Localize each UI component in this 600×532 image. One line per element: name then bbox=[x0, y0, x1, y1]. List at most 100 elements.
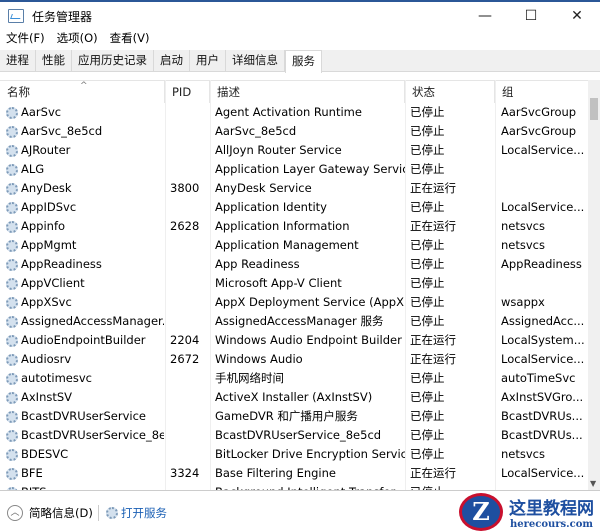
service-name: BcastDVRUserService_8e... bbox=[6, 426, 164, 445]
service-name-label: BcastDVRUserService bbox=[21, 409, 146, 423]
service-status: 已停止 bbox=[410, 295, 445, 309]
service-status: 已停止 bbox=[410, 409, 445, 423]
menu-view[interactable]: 查看(V) bbox=[110, 30, 150, 48]
service-description: Windows Audio Endpoint Builder bbox=[215, 333, 402, 347]
table-row[interactable]: AppMgmt Application Management 已停止 netsvcs bbox=[0, 236, 588, 255]
table-row[interactable]: AJRouter AllJoyn Router Service 已停止 LocalSe… bbox=[0, 141, 588, 160]
scrollbar-thumb[interactable] bbox=[590, 98, 598, 120]
tab-app-history[interactable]: 应用历史记录 bbox=[72, 50, 154, 71]
service-name: AarSvc bbox=[6, 103, 164, 122]
table-row[interactable]: BcastDVRUserService GameDVR 和广播用户服务 已停止 Bca… bbox=[0, 407, 588, 426]
service-name-label: autotimesvc bbox=[21, 371, 92, 385]
service-description: 手机网络时间 bbox=[215, 371, 284, 385]
service-pid bbox=[170, 103, 210, 122]
table-row[interactable]: AssignedAccessManager... AssignedAccessMa… bbox=[0, 312, 588, 331]
gear-icon bbox=[6, 125, 18, 138]
service-status: 已停止 bbox=[410, 371, 445, 385]
service-description: Background Intelligent Transfer... bbox=[215, 483, 405, 490]
table-row[interactable]: BITS Background Intelligent Transfer... 已停… bbox=[0, 483, 588, 490]
open-services-link[interactable]: 打开服务 bbox=[106, 505, 167, 521]
tab-processes[interactable]: 进程 bbox=[0, 50, 36, 71]
table-row[interactable]: AarSvc Agent Activation Runtime 已停止 AarSvcG… bbox=[0, 103, 588, 122]
service-name-label: AarSvc_8e5cd bbox=[21, 124, 103, 138]
table-row[interactable]: AnyDesk 3800 AnyDesk Service 正在运行 bbox=[0, 179, 588, 198]
service-pid bbox=[170, 122, 210, 141]
gear-icon bbox=[6, 334, 18, 347]
service-name-label: BcastDVRUserService_8e... bbox=[21, 428, 164, 442]
maximize-button[interactable]: ☐ bbox=[508, 2, 554, 30]
service-name-label: AarSvc bbox=[21, 105, 62, 119]
service-pid bbox=[170, 388, 210, 407]
service-name-label: AudioEndpointBuilder bbox=[21, 333, 146, 347]
gear-icon bbox=[6, 277, 18, 290]
divider bbox=[98, 505, 99, 521]
service-status: 已停止 bbox=[410, 200, 445, 214]
gear-icon bbox=[6, 467, 18, 480]
service-name: AxInstSV bbox=[6, 388, 164, 407]
table-row[interactable]: AppIDSvc Application Identity 已停止 LocalServ… bbox=[0, 198, 588, 217]
column-header-status[interactable]: 状态 bbox=[405, 81, 495, 103]
service-name: BITS bbox=[6, 483, 164, 490]
menu-bar: 文件(F) 选项(O) 查看(V) bbox=[0, 30, 161, 48]
vertical-scrollbar[interactable]: ▼ bbox=[588, 80, 600, 490]
service-name-label: AxInstSV bbox=[21, 390, 73, 404]
table-row[interactable]: AppXSvc AppX Deployment Service (AppX... 已… bbox=[0, 293, 588, 312]
service-description: Agent Activation Runtime bbox=[215, 105, 362, 119]
service-group: BcastDVRUs... bbox=[501, 409, 583, 423]
service-status: 已停止 bbox=[410, 124, 445, 138]
table-row[interactable]: autotimesvc 手机网络时间 已停止 autoTimeSvc bbox=[0, 369, 588, 388]
table-row[interactable]: BDESVC BitLocker Drive Encryption Service… bbox=[0, 445, 588, 464]
service-status: 正在运行 bbox=[410, 219, 456, 233]
table-row[interactable]: ALG Application Layer Gateway Service 已停止 bbox=[0, 160, 588, 179]
table-row[interactable]: AudioEndpointBuilder 2204 Windows Audio En… bbox=[0, 331, 588, 350]
column-header-description[interactable]: 描述 bbox=[210, 81, 405, 103]
column-header-pid[interactable]: PID bbox=[165, 81, 210, 103]
service-name: autotimesvc bbox=[6, 369, 164, 388]
service-description: Application Information bbox=[215, 219, 350, 233]
tab-bar: 进程 性能 应用历史记录 启动 用户 详细信息 服务 bbox=[0, 50, 600, 73]
footer: ︿ 简略信息(D) 打开服务 Z 这里教程网 herecours.com bbox=[0, 490, 600, 532]
column-header-name[interactable]: 名称 ^ bbox=[0, 81, 165, 103]
close-button[interactable]: ✕ bbox=[554, 2, 600, 30]
gear-icon bbox=[6, 448, 18, 461]
table-row[interactable]: AppVClient Microsoft App-V Client 已停止 bbox=[0, 274, 588, 293]
service-description: Application Layer Gateway Service bbox=[215, 162, 405, 176]
table-row[interactable]: Audiosrv 2672 Windows Audio 正在运行 LocalServic… bbox=[0, 350, 588, 369]
gear-icon bbox=[6, 220, 18, 233]
minimize-button[interactable]: — bbox=[462, 2, 508, 30]
service-status: 已停止 bbox=[410, 257, 445, 271]
service-pid bbox=[170, 198, 210, 217]
service-pid bbox=[170, 312, 210, 331]
table-row[interactable]: AppReadiness App Readiness 已停止 AppReadiness bbox=[0, 255, 588, 274]
service-name: Appinfo bbox=[6, 217, 164, 236]
tab-details[interactable]: 详细信息 bbox=[226, 50, 285, 71]
table-row[interactable]: BFE 3324 Base Filtering Engine 正在运行 LocalSer… bbox=[0, 464, 588, 483]
fewer-details-button[interactable]: ︿ 简略信息(D) bbox=[7, 505, 93, 521]
menu-options[interactable]: 选项(O) bbox=[57, 30, 98, 48]
tab-startup[interactable]: 启动 bbox=[154, 50, 190, 71]
scroll-down-icon[interactable]: ▼ bbox=[590, 479, 596, 488]
gear-icon bbox=[6, 163, 18, 176]
tab-performance[interactable]: 性能 bbox=[36, 50, 72, 71]
gear-icon bbox=[6, 239, 18, 252]
table-row[interactable]: AxInstSV ActiveX Installer (AxInstSV) 已停止 A… bbox=[0, 388, 588, 407]
service-name-label: AssignedAccessManager... bbox=[21, 314, 164, 328]
menu-file[interactable]: 文件(F) bbox=[6, 30, 45, 48]
window-title: 任务管理器 bbox=[32, 9, 93, 24]
tab-services[interactable]: 服务 bbox=[285, 50, 322, 73]
table-row[interactable]: Appinfo 2628 Application Information 正在运行 ne… bbox=[0, 217, 588, 236]
service-group: autoTimeSvc bbox=[501, 371, 576, 385]
table-row[interactable]: AarSvc_8e5cd AarSvc_8e5cd 已停止 AarSvcGroup bbox=[0, 122, 588, 141]
service-name-label: BFE bbox=[21, 466, 43, 480]
service-pid: 2672 bbox=[170, 352, 200, 366]
table-row[interactable]: BcastDVRUserService_8e... BcastDVRUserSer… bbox=[0, 426, 588, 445]
column-label: 名称 bbox=[7, 85, 30, 99]
gear-icon bbox=[6, 258, 18, 271]
service-status: 已停止 bbox=[410, 276, 445, 290]
service-description: Windows Audio bbox=[215, 352, 303, 366]
gear-icon bbox=[6, 296, 18, 309]
logo-mark: Z bbox=[459, 493, 503, 531]
service-group: AxInstSVGro... bbox=[501, 390, 584, 404]
tab-users[interactable]: 用户 bbox=[190, 50, 226, 71]
column-header-group[interactable]: 组 bbox=[495, 81, 588, 103]
